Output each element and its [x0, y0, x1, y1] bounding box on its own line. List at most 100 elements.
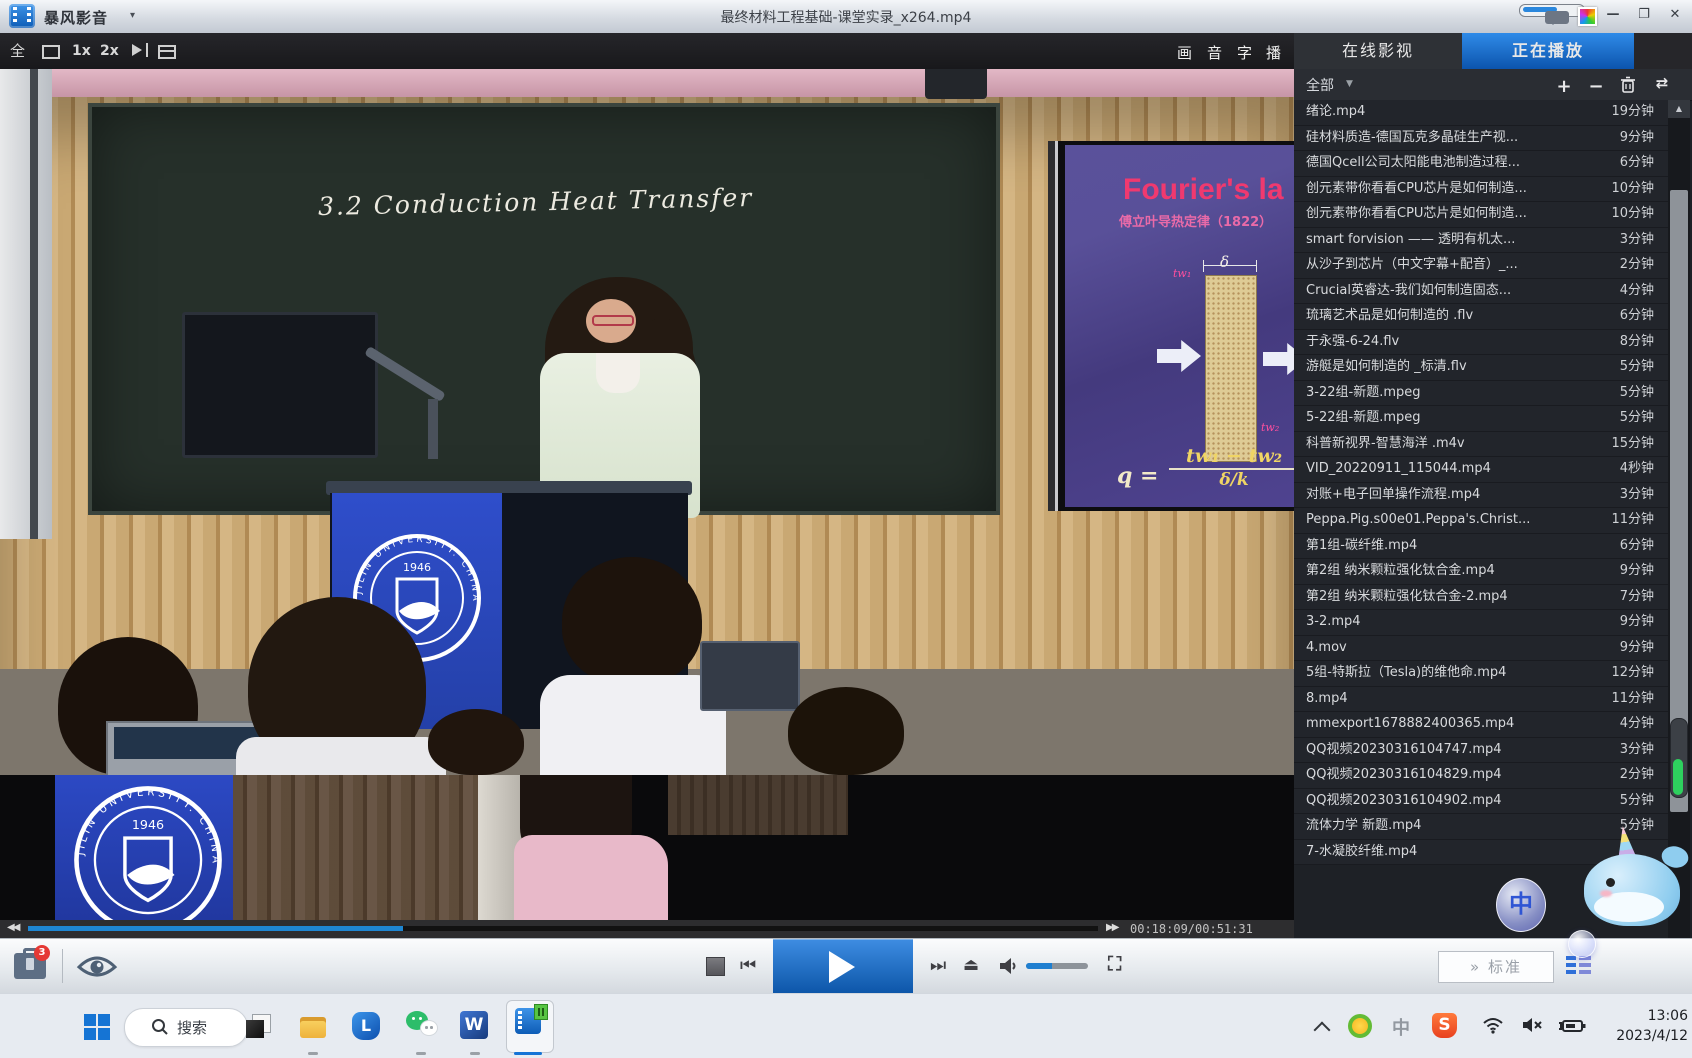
- playlist-item-name: 5组-特斯拉（Tesla)的维他命.mp4: [1306, 661, 1506, 685]
- playlist-item[interactable]: QQ视频20230316104829.mp42分钟: [1294, 763, 1668, 789]
- subtitle-settings-button[interactable]: 字: [1237, 42, 1252, 63]
- restore-button[interactable]: ❐: [1632, 6, 1656, 24]
- tab-online-video[interactable]: 在线影视: [1294, 33, 1462, 69]
- playlist-item[interactable]: 硅材料质造-德国瓦克多晶硅生产视...9分钟: [1294, 126, 1668, 152]
- tray-chevron-up-icon[interactable]: [1314, 1022, 1331, 1039]
- fullscreen-button[interactable]: ⛶: [1108, 953, 1121, 975]
- audio-settings-button[interactable]: 音: [1207, 42, 1222, 63]
- playlist-item[interactable]: VID_20220911_115044.mp44秒钟: [1294, 457, 1668, 483]
- playlist-item[interactable]: 从沙子到芯片（中文字幕+配音）_...2分钟: [1294, 253, 1668, 279]
- rewind-icon[interactable]: ◀◀: [7, 922, 18, 933]
- mute-speaker-icon[interactable]: [1522, 1016, 1546, 1038]
- playlist-item[interactable]: 绪论.mp419分钟: [1294, 100, 1668, 126]
- title-bar[interactable]: 暴风影音 ▾ 最终材料工程基础-课堂实录_x264.mp4 — ❐ ✕: [0, 0, 1692, 34]
- scroll-up-arrow[interactable]: ▲: [1668, 100, 1690, 118]
- playlist-item[interactable]: QQ视频20230316104747.mp43分钟: [1294, 738, 1668, 764]
- ime-floating-badge[interactable]: 中: [1496, 878, 1546, 932]
- playlist-item[interactable]: 3-2.mp49分钟: [1294, 610, 1668, 636]
- playlist-item[interactable]: QQ视频20230316104902.mp45分钟: [1294, 789, 1668, 815]
- quality-button[interactable]: » 标准: [1438, 951, 1554, 983]
- loop-mode-icon[interactable]: ⇄: [1650, 74, 1674, 92]
- playlist-item[interactable]: Crucial英睿达-我们如何制造固态...4分钟: [1294, 279, 1668, 305]
- playlist-item[interactable]: mmexport1678882400365.mp44分钟: [1294, 712, 1668, 738]
- video-display-area[interactable]: 3.2 Conduction Heat Transfer Fourier's l…: [0, 69, 1294, 920]
- app-menu-caret-icon[interactable]: ▾: [130, 10, 135, 21]
- running-indicator: [416, 1052, 426, 1055]
- speaker-icon[interactable]: [998, 955, 1020, 981]
- wechat-button[interactable]: [406, 1011, 436, 1039]
- split-screen-icon[interactable]: [158, 45, 176, 59]
- notification-badge: 3: [34, 945, 50, 961]
- playlist-item[interactable]: 创元素带你看看CPU芯片是如何制造...10分钟: [1294, 177, 1668, 203]
- search-input[interactable]: 搜索: [124, 1008, 248, 1047]
- remove-file-button[interactable]: −: [1584, 76, 1608, 97]
- playlist-item[interactable]: 8.mp411分钟: [1294, 687, 1668, 713]
- volume-slider[interactable]: [1026, 963, 1088, 969]
- speed-1x-button[interactable]: 1x: [72, 42, 91, 60]
- playlist-item[interactable]: 琉璃艺术品是如何制造的 .flv6分钟: [1294, 304, 1668, 330]
- minimize-button[interactable]: —: [1601, 6, 1625, 24]
- window-light: [0, 69, 52, 539]
- eye-protection-icon[interactable]: [76, 955, 118, 983]
- chevron-down-icon[interactable]: ▼: [1346, 79, 1353, 89]
- playlist-item[interactable]: 于永强-6-24.flv8分钟: [1294, 330, 1668, 356]
- playlist-item[interactable]: 5-22组-新题.mpeg5分钟: [1294, 406, 1668, 432]
- tray-sogou-icon[interactable]: S: [1432, 1013, 1457, 1038]
- seek-bar[interactable]: [28, 926, 1098, 931]
- playlist-item[interactable]: Peppa.Pig.s00e01.Peppa's.Christ...11分钟: [1294, 508, 1668, 534]
- playlist-item-duration: 9分钟: [1620, 636, 1654, 660]
- volume-fill: [1026, 963, 1052, 969]
- playlist-item[interactable]: 第2组 纳米颗粒强化钛合金-2.mp47分钟: [1294, 585, 1668, 611]
- playlist-item[interactable]: 4.mov9分钟: [1294, 636, 1668, 662]
- add-file-button[interactable]: +: [1552, 76, 1576, 97]
- eject-button[interactable]: ⏏: [963, 955, 979, 975]
- wall-monitor: [182, 312, 378, 458]
- wifi-icon[interactable]: [1482, 1016, 1504, 1038]
- playlist-item[interactable]: 第1组-碳纤维.mp46分钟: [1294, 534, 1668, 560]
- playlist-filter-dropdown[interactable]: 全部: [1306, 75, 1334, 95]
- start-button[interactable]: [84, 1014, 110, 1040]
- playlist-item[interactable]: 游艇是如何制造的 _标清.flv5分钟: [1294, 355, 1668, 381]
- tray-antivirus-icon[interactable]: [1348, 1014, 1372, 1038]
- close-button[interactable]: ✕: [1663, 6, 1687, 24]
- tray-clock[interactable]: 13:06 2023/4/12: [1596, 1006, 1688, 1046]
- boss-key-icon[interactable]: [42, 45, 60, 59]
- stop-button[interactable]: [706, 957, 725, 976]
- tray-ime-icon[interactable]: 中: [1392, 1014, 1410, 1040]
- strip-wood-wall-2: [668, 775, 848, 835]
- playlist-item[interactable]: 5组-特斯拉（Tesla)的维他命.mp412分钟: [1294, 661, 1668, 687]
- playlist-item[interactable]: 创元素带你看看CPU芯片是如何制造...10分钟: [1294, 202, 1668, 228]
- trash-icon[interactable]: [1620, 76, 1636, 98]
- ceiling-speaker: [925, 69, 987, 99]
- picture-settings-button[interactable]: 画: [1177, 42, 1192, 63]
- playlist-item[interactable]: 第2组 纳米颗粒强化钛合金.mp49分钟: [1294, 559, 1668, 585]
- scrollbar-thumb[interactable]: [1670, 190, 1688, 812]
- speed-2x-button[interactable]: 2x: [100, 42, 119, 60]
- security-app-button[interactable]: L: [352, 1012, 380, 1040]
- fullscreen-mode-button[interactable]: 全: [10, 42, 25, 60]
- playlist-item-name: 3-22组-新题.mpeg: [1306, 381, 1421, 405]
- playlist-item[interactable]: 德国Qcell公司太阳能电池制造过程...6分钟: [1294, 151, 1668, 177]
- playlist-item[interactable]: 对账+电子回单操作流程.mp43分钟: [1294, 483, 1668, 509]
- tab-now-playing[interactable]: 正在播放: [1462, 33, 1634, 69]
- next-button[interactable]: ⏭: [930, 955, 946, 976]
- broadcast-settings-button[interactable]: 播: [1266, 42, 1281, 63]
- playlist-item[interactable]: 3-22组-新题.mpeg5分钟: [1294, 381, 1668, 407]
- word-button[interactable]: W: [460, 1011, 488, 1039]
- file-explorer-button[interactable]: [298, 1012, 328, 1042]
- playlist-item-name: 第1组-碳纤维.mp4: [1306, 534, 1417, 558]
- previous-button[interactable]: ⏮: [740, 955, 756, 976]
- task-view-button[interactable]: [244, 1012, 274, 1042]
- app-name: 暴风影音: [44, 7, 108, 28]
- skin-color-icon[interactable]: [1578, 7, 1597, 26]
- feedback-bubble-icon[interactable]: [1545, 11, 1569, 24]
- playlist-item[interactable]: smart forvision —— 透明有机太...3分钟: [1294, 228, 1668, 254]
- playlist-item-name: 科普新视界-智慧海洋 .m4v: [1306, 432, 1465, 456]
- playlist-scrollbar[interactable]: ▲: [1668, 100, 1690, 938]
- play-button[interactable]: [773, 939, 913, 994]
- forward-icon[interactable]: ▶▶: [1106, 922, 1117, 933]
- whale-mascot[interactable]: [1576, 826, 1692, 942]
- playlist-item[interactable]: 科普新视界-智慧海洋 .m4v15分钟: [1294, 432, 1668, 458]
- battery-plug-icon[interactable]: [1558, 1018, 1586, 1038]
- playlist-toggle-icon[interactable]: [1566, 955, 1592, 977]
